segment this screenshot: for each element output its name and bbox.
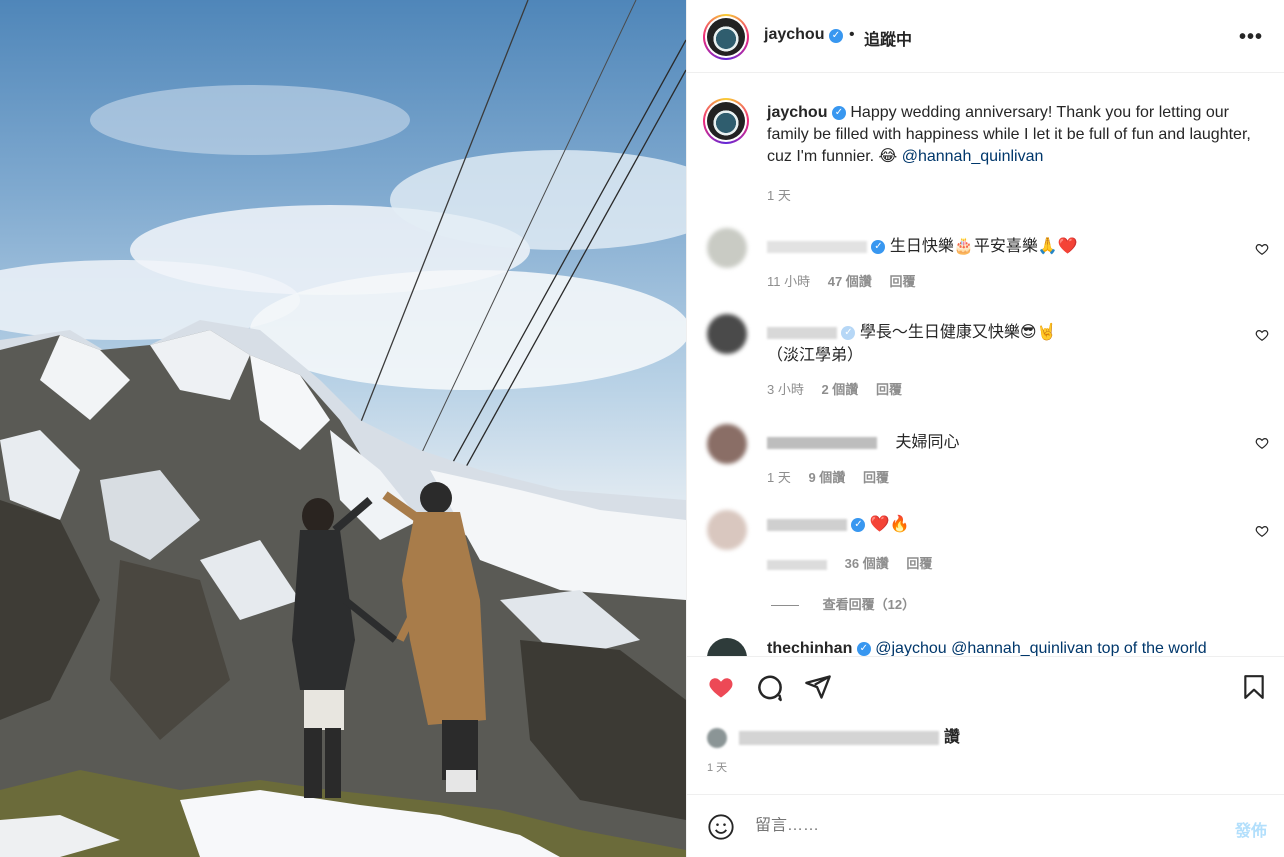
comment-meta: 11 小時 47 個讚 回覆	[767, 271, 929, 290]
comment-body: ✓ ❤️🔥	[767, 514, 910, 534]
blurred-meta	[767, 559, 827, 570]
comment-meta: 3 小時 2 個讚 回覆	[767, 379, 916, 398]
comment-avatar[interactable]	[707, 638, 747, 656]
post-timestamp[interactable]: 1 天	[707, 759, 727, 775]
comment-reply-button[interactable]: 回覆	[906, 556, 932, 571]
comment-text-2: （淡江學弟）	[767, 347, 864, 364]
comment-text: 學長～生日健康又快樂😎🤘	[859, 324, 1057, 341]
mountain-scene-image	[0, 0, 686, 857]
comment-likes[interactable]: 9 個讚	[808, 470, 845, 485]
comment-reply-button[interactable]: 回覆	[863, 470, 889, 485]
comment-reply-button[interactable]: 回覆	[876, 382, 902, 397]
comment-avatar[interactable]	[707, 510, 747, 550]
caption-username[interactable]: jaychou	[767, 104, 827, 121]
share-icon[interactable]	[803, 673, 833, 701]
comment-text: 夫婦同心	[895, 434, 960, 451]
blurred-likes-text	[739, 730, 940, 745]
blurred-username[interactable]	[767, 326, 837, 339]
heart-filled-icon[interactable]	[706, 673, 736, 701]
post-comment-button[interactable]: 發佈	[1235, 817, 1267, 841]
comment-meta: 1 天 9 個讚 回覆	[767, 467, 903, 486]
more-horizontal-icon[interactable]: •••	[1239, 26, 1263, 49]
blurred-username[interactable]	[767, 518, 847, 531]
post-photo	[0, 0, 686, 857]
instagram-post-modal: jaychou ✓ • 追蹤中 ••• jaychou ✓ Happy wedd…	[0, 0, 1284, 857]
caption-timestamp[interactable]: 1 天	[767, 185, 791, 204]
heart-outline-icon[interactable]	[1255, 328, 1269, 342]
heart-outline-icon[interactable]	[1255, 524, 1269, 538]
comment-avatar[interactable]	[707, 314, 747, 354]
caption: jaychou ✓ Happy wedding anniversary! Tha…	[767, 102, 1257, 168]
comment-likes[interactable]: 36 個讚	[845, 556, 889, 571]
blurred-username[interactable]	[767, 240, 867, 253]
comment-likes[interactable]: 2 個讚	[821, 382, 858, 397]
likes-summary[interactable]: 讚	[707, 723, 960, 748]
add-comment-bar: 發佈	[687, 794, 1284, 857]
comment-text: 生日快樂🎂平安喜樂🙏❤️	[889, 238, 1078, 255]
verified-badge-icon: ✓	[829, 29, 843, 43]
comment-avatar[interactable]	[707, 424, 747, 464]
comment-time[interactable]: 3 小時	[767, 382, 804, 397]
post-header: jaychou ✓ • 追蹤中 •••	[687, 0, 1284, 73]
post-side-panel: jaychou ✓ • 追蹤中 ••• jaychou ✓ Happy wedd…	[686, 0, 1284, 857]
smiley-icon[interactable]	[707, 813, 735, 841]
comment-text: @jaychou @hannah_quinlivan top of the wo…	[875, 640, 1207, 656]
verified-badge-icon: ✓	[831, 105, 846, 120]
verified-badge-icon: ✓	[856, 641, 871, 656]
comment-icon[interactable]	[755, 673, 785, 703]
comment-avatar[interactable]	[707, 228, 747, 268]
action-bar: 讚 1 天	[687, 656, 1284, 794]
comment-item-partial: thechinhan ✓ @jaychou @hannah_quinlivan …	[687, 634, 1284, 656]
verified-badge-icon: ✓	[841, 325, 856, 340]
caption-avatar	[707, 102, 745, 140]
header-username[interactable]: jaychou	[764, 26, 824, 44]
comment-text: ❤️🔥	[869, 516, 910, 533]
story-ring[interactable]	[703, 14, 749, 60]
divider-line	[771, 605, 799, 607]
bookmark-icon[interactable]	[1241, 673, 1267, 701]
comment-input[interactable]	[755, 817, 1215, 835]
comment-username[interactable]: thechinhan	[767, 640, 852, 656]
comment-body: ✓ 學長～生日健康又快樂😎🤘	[767, 318, 1057, 342]
comment-time[interactable]: 11 小時	[767, 274, 810, 289]
avatar	[707, 18, 745, 56]
liker-avatar	[707, 727, 727, 748]
bullet-separator: •	[849, 26, 855, 43]
heart-outline-icon[interactable]	[1255, 436, 1269, 450]
view-replies-label: 查看回覆（12）	[822, 597, 916, 612]
view-replies-button[interactable]: 查看回覆（12）	[771, 594, 915, 613]
blurred-username[interactable]	[767, 436, 877, 449]
caption-story-ring[interactable]	[703, 98, 749, 144]
following-button[interactable]: 追蹤中	[864, 26, 912, 50]
comment-likes[interactable]: 47 個讚	[828, 274, 872, 289]
comment-reply-button[interactable]: 回覆	[889, 274, 915, 289]
verified-badge-icon: ✓	[871, 239, 886, 254]
caption-mention-link[interactable]: @hannah_quinlivan	[902, 148, 1044, 165]
verified-badge-icon: ✓	[851, 517, 866, 532]
comment-body: 夫婦同心	[767, 428, 959, 452]
heart-outline-icon[interactable]	[1255, 242, 1269, 256]
comment-body-line2: （淡江學弟）	[767, 341, 863, 365]
comment-time[interactable]: 1 天	[767, 470, 791, 485]
comment-body: thechinhan ✓ @jaychou @hannah_quinlivan …	[767, 640, 1207, 656]
comment-meta: 36 個讚 回覆	[767, 553, 946, 572]
comment-body: ✓ 生日快樂🎂平安喜樂🙏❤️	[767, 232, 1078, 256]
likes-suffix: 讚	[943, 729, 960, 746]
